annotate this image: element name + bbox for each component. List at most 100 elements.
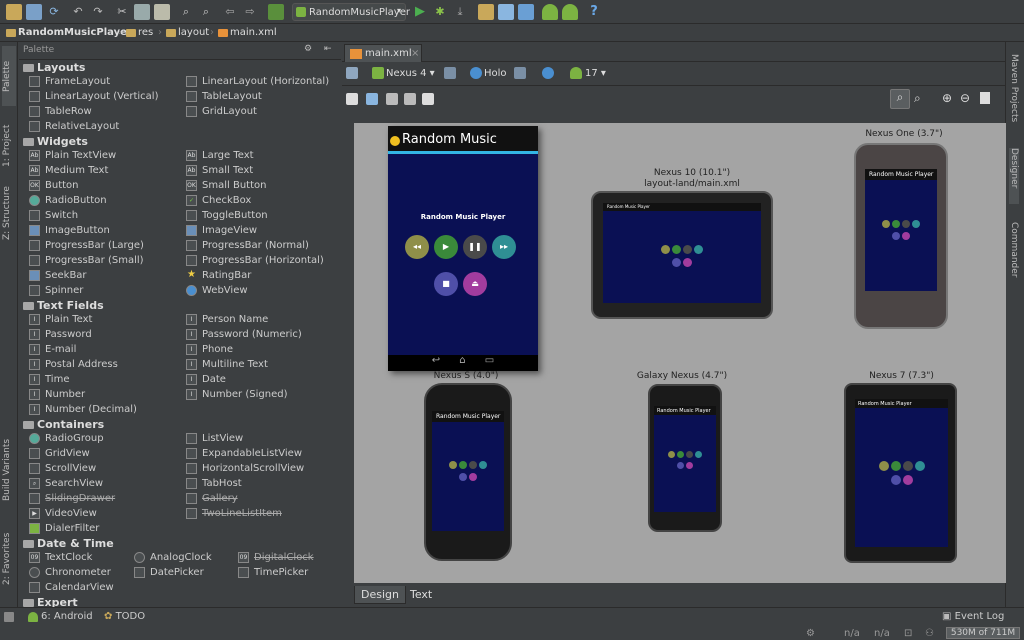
palette-item[interactable]: ExpandableListView xyxy=(186,447,302,460)
palette-item[interactable]: AnalogClock xyxy=(134,551,212,564)
forward-button[interactable] xyxy=(479,461,487,470)
preview-icon[interactable] xyxy=(386,93,398,105)
play-button[interactable] xyxy=(677,450,684,458)
attach-icon[interactable]: ⤓ xyxy=(452,4,468,20)
palette-item[interactable]: I Person Name xyxy=(186,313,268,326)
palette-item[interactable]: ProgressBar (Large) xyxy=(29,239,144,252)
palette-item[interactable]: ProgressBar (Small) xyxy=(29,254,144,267)
nexus-s-frame[interactable]: Random Music Player xyxy=(424,383,512,561)
replace-icon[interactable]: ⌕ xyxy=(198,4,214,20)
palette-item[interactable]: I Plain Text xyxy=(29,313,92,326)
tool-android[interactable]: 6: Android xyxy=(28,611,93,622)
eject-button[interactable]: ⏏ xyxy=(463,272,487,296)
device-select[interactable]: Nexus 4 ▾ xyxy=(386,68,435,79)
palette-item[interactable]: ★ RatingBar xyxy=(186,269,251,282)
tool-todo[interactable]: ✿ TODO xyxy=(104,611,145,622)
palette-item[interactable]: Ab Small Text xyxy=(186,164,253,177)
palette-category-containers[interactable]: Containers xyxy=(21,418,104,432)
paste-icon[interactable] xyxy=(154,4,170,20)
module-icon[interactable] xyxy=(268,4,284,20)
refresh-icon[interactable] xyxy=(422,93,434,105)
zoom-in-icon[interactable]: ⊕ xyxy=(942,91,952,105)
palette-item[interactable]: I Number (Decimal) xyxy=(29,403,137,416)
palette-item[interactable]: ProgressBar (Horizontal) xyxy=(186,254,324,267)
pause-button[interactable]: ❚❚ xyxy=(463,235,487,259)
palette-item[interactable]: GridLayout xyxy=(186,105,257,118)
rewind-button[interactable] xyxy=(661,245,670,254)
pause-button[interactable] xyxy=(902,220,910,229)
palette-item[interactable]: WebView xyxy=(186,284,248,297)
nexus-one-frame[interactable]: Random Music Player xyxy=(854,143,948,329)
sync-icon[interactable]: ⟳ xyxy=(46,4,62,20)
tab-structure[interactable]: Z: Structure xyxy=(2,182,16,244)
tool-window-toggle-icon[interactable] xyxy=(4,612,14,622)
tab-designer[interactable]: Designer xyxy=(1009,148,1019,204)
palette-category-expert[interactable]: Expert xyxy=(21,596,78,607)
eject-button[interactable] xyxy=(469,473,477,482)
palette-item[interactable]: 09 DigitalClock xyxy=(238,551,314,564)
toggle-layout-icon[interactable] xyxy=(366,93,378,105)
tab-main-xml[interactable]: main.xml × xyxy=(344,44,422,62)
breadcrumb-project[interactable]: RandomMusicPlayer xyxy=(4,26,132,40)
stop-button[interactable]: ■ xyxy=(434,272,458,296)
memory-indicator[interactable]: 530M of 711M xyxy=(946,627,1020,639)
palette-item[interactable]: I Time xyxy=(29,373,69,386)
close-icon[interactable]: × xyxy=(411,48,419,59)
pause-button[interactable] xyxy=(686,450,693,458)
palette-item[interactable]: TabHost xyxy=(186,477,242,490)
palette-item[interactable]: I Number xyxy=(29,388,85,401)
forward-icon[interactable]: ⇨ xyxy=(242,4,258,20)
eject-button[interactable] xyxy=(902,232,910,241)
pause-button[interactable] xyxy=(902,461,913,472)
play-button[interactable] xyxy=(459,461,467,470)
galaxy-nexus-frame[interactable]: Random Music Player xyxy=(648,384,722,532)
eject-button[interactable] xyxy=(683,258,692,267)
tab-commander[interactable]: Commander xyxy=(1009,222,1019,288)
actual-size-icon[interactable]: ⌕ xyxy=(914,91,921,106)
pause-button[interactable] xyxy=(469,461,477,470)
palette-item[interactable]: GridView xyxy=(29,447,90,460)
palette-item[interactable]: FrameLayout xyxy=(29,75,110,88)
palette-item[interactable]: ImageView xyxy=(186,224,257,237)
palette-item[interactable]: TimePicker xyxy=(238,566,308,579)
palette-item[interactable]: ImageButton xyxy=(29,224,110,237)
android-monitor-icon[interactable] xyxy=(542,4,558,20)
palette-item[interactable]: HorizontalScrollView xyxy=(186,462,304,475)
find-icon[interactable]: ⌕ xyxy=(178,4,194,20)
palette-item[interactable]: CalendarView xyxy=(29,581,114,594)
palette-item[interactable]: I E-mail xyxy=(29,343,76,356)
tab-text[interactable]: Text xyxy=(404,586,438,604)
debug-icon[interactable]: ✱ xyxy=(432,4,448,20)
palette-category-date-time[interactable]: Date & Time xyxy=(21,537,114,551)
eject-button[interactable] xyxy=(686,461,693,469)
breadcrumb-res[interactable]: res xyxy=(124,26,153,40)
open-icon[interactable] xyxy=(6,4,22,20)
palette-item[interactable]: I Password xyxy=(29,328,92,341)
breadcrumb-file[interactable]: main.xml xyxy=(216,26,277,40)
stop-button[interactable] xyxy=(677,461,684,469)
save-icon[interactable] xyxy=(26,4,42,20)
zoom-to-fit-icon[interactable]: ⌕ xyxy=(890,89,910,109)
palette-item[interactable]: I Date xyxy=(186,373,226,386)
sync-gradle-icon[interactable] xyxy=(518,4,534,20)
run-icon[interactable]: ▶ xyxy=(412,4,428,20)
swap-icon[interactable] xyxy=(404,93,416,105)
stop-button[interactable] xyxy=(892,232,900,241)
gear-icon[interactable]: ⚙ xyxy=(304,44,312,54)
palette-item[interactable]: ListView xyxy=(186,432,243,445)
palette-item[interactable]: Ab Plain TextView xyxy=(29,149,116,162)
menu-lines-icon[interactable] xyxy=(346,93,358,105)
palette-item[interactable]: ToggleButton xyxy=(186,209,268,222)
redo-icon[interactable]: ↷ xyxy=(90,4,106,20)
tab-design[interactable]: Design xyxy=(354,586,406,604)
tab-build-variants[interactable]: Build Variants xyxy=(2,434,16,506)
forward-button[interactable] xyxy=(695,450,702,458)
lock-icon[interactable]: ⊡ xyxy=(904,628,912,639)
undo-icon[interactable]: ↶ xyxy=(70,4,86,20)
rewind-button[interactable] xyxy=(449,461,457,470)
main-device-preview[interactable]: Random Music Random Music Player ◂◂ ▶ ❚❚… xyxy=(388,126,538,371)
palette-item[interactable]: ScrollView xyxy=(29,462,96,475)
palette-item[interactable]: I Postal Address xyxy=(29,358,118,371)
inspection-icon[interactable]: ⚇ xyxy=(925,628,934,639)
breadcrumb-layout[interactable]: layout xyxy=(164,26,209,40)
